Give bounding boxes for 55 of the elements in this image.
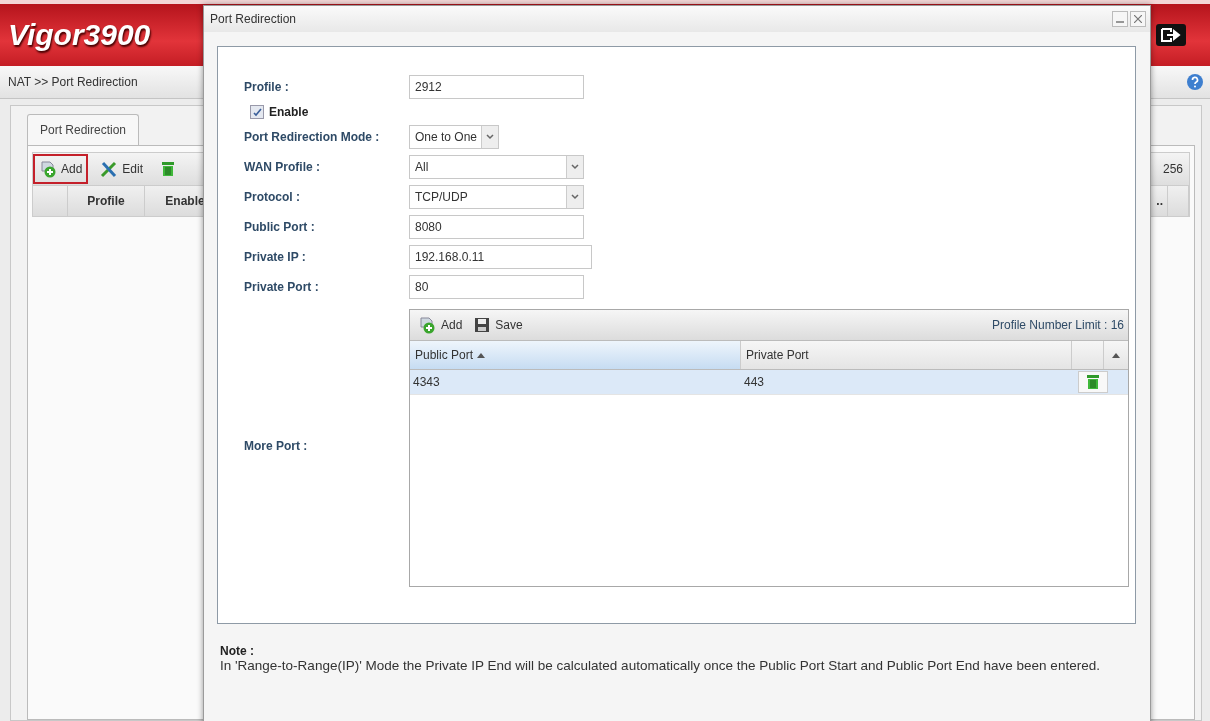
close-button[interactable]	[1130, 11, 1146, 27]
column-header[interactable]: Profile	[68, 186, 145, 216]
tools-icon	[100, 160, 119, 178]
delete-button[interactable]	[1078, 371, 1108, 393]
add-button[interactable]: Add	[416, 316, 465, 334]
column-header[interactable]: Private Port	[741, 341, 1072, 369]
field-label: Protocol :	[244, 190, 301, 204]
chevron-down-icon	[486, 134, 495, 140]
save-button[interactable]: Save	[472, 317, 525, 333]
minimize-button[interactable]	[1112, 11, 1128, 27]
help-icon	[1186, 73, 1204, 91]
note-title: Note :	[220, 644, 255, 658]
trash-icon	[161, 161, 176, 177]
chevron-down-icon	[571, 164, 579, 170]
field-label: Port Redirection Mode :	[244, 130, 381, 144]
field-label: Public Port :	[244, 220, 316, 234]
limit-label: Profile Number Limit : 16	[991, 318, 1124, 332]
input-field[interactable]: 80	[409, 275, 584, 299]
dialog-title: Port Redirection	[210, 12, 297, 26]
add-icon	[39, 160, 57, 178]
trash-icon	[1086, 374, 1100, 390]
chevron-down-icon	[571, 194, 579, 200]
save-icon	[474, 317, 491, 333]
table-cell-text: 4343	[412, 375, 441, 389]
field-label: WAN Profile :	[244, 160, 321, 174]
column-header[interactable]: Public Port	[410, 341, 741, 369]
edit-button[interactable]: Edit	[94, 154, 150, 184]
note-text: In 'Range-to-Range(IP)' Mode the Private IP End will be calculated automatically once the Public Port Start and Public Port End have been entered.	[220, 658, 1101, 673]
checkbox-label: Enable	[269, 105, 309, 119]
field-label: Private IP :	[244, 250, 307, 264]
input-field[interactable]: 8080	[409, 215, 584, 239]
input-field[interactable]: 192.168.0.11	[409, 245, 592, 269]
select-field[interactable]: All	[409, 155, 584, 179]
field-label: Private Port :	[244, 280, 320, 294]
scroll-up-button[interactable]	[1103, 341, 1128, 369]
table-cell-text: 443	[743, 375, 766, 389]
enable-checkbox[interactable]	[250, 105, 264, 119]
table-row[interactable]: 4343 443	[410, 370, 1128, 395]
tab[interactable]: Port Redirection	[27, 114, 140, 146]
scroll-up-icon	[1112, 352, 1120, 358]
count-label: 256	[1161, 162, 1184, 176]
select-field[interactable]: One to One	[409, 125, 500, 149]
logo-title: Vigor3900	[8, 18, 151, 52]
breadcrumb: NAT >> Port Redirection	[8, 75, 138, 89]
field-label: Profile :	[244, 80, 290, 94]
logout-icon	[1156, 24, 1186, 46]
input-field[interactable]: 2912	[409, 75, 584, 99]
sort-ascending-icon	[477, 352, 486, 358]
add-button[interactable]: Add	[33, 154, 89, 184]
select-field[interactable]: TCP/UDP	[409, 185, 584, 209]
check-icon	[252, 107, 262, 117]
field-label: More Port :	[244, 439, 309, 453]
column-header	[1072, 341, 1103, 369]
add-icon	[418, 316, 436, 334]
close-icon	[1134, 15, 1142, 23]
